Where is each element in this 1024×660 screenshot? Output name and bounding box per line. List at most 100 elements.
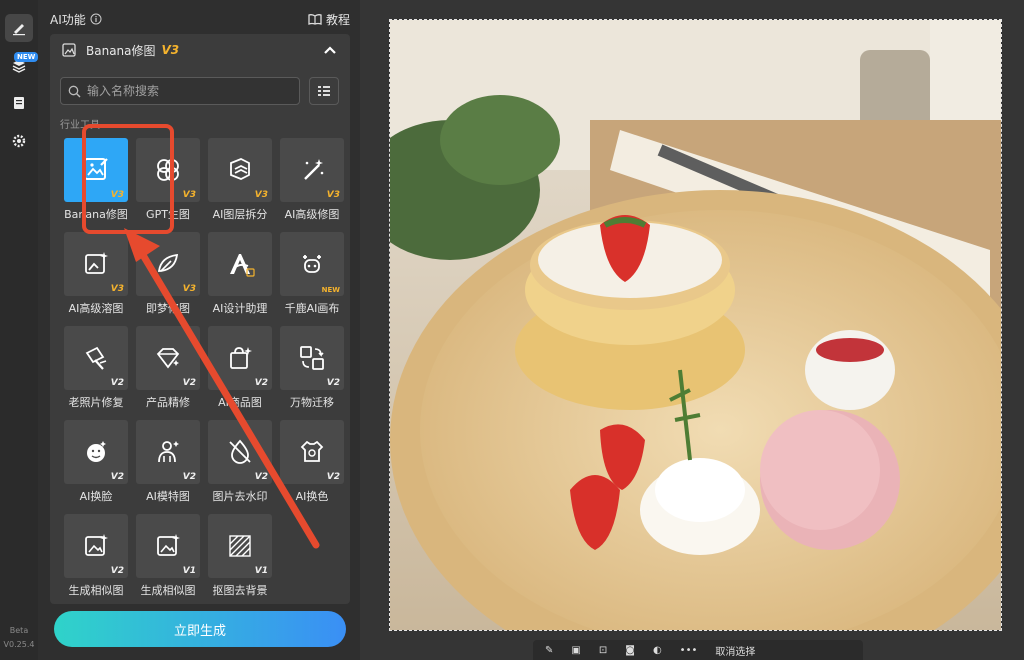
- tool-jimeng-retouch[interactable]: V3 即梦修图: [132, 232, 202, 322]
- tool-model-image[interactable]: V2 AI模特图: [132, 420, 202, 510]
- tool-label: AI图层拆分: [212, 208, 268, 221]
- tool-label: 千鹿AI画布: [284, 302, 340, 315]
- tutorial-link[interactable]: 教程: [308, 11, 350, 28]
- tool-similar-image-v1[interactable]: V1 生成相似图: [132, 514, 202, 604]
- tool-label: 即梦修图: [146, 302, 190, 315]
- beta-label: Beta: [9, 626, 29, 635]
- canvas-photo[interactable]: [389, 19, 1002, 631]
- face-icon: [87, 441, 106, 462]
- version-tag: V2: [254, 472, 268, 482]
- new-tag: NEW: [321, 286, 340, 294]
- pen-icon[interactable]: [5, 14, 33, 42]
- tool-face-swap[interactable]: V2 AI换脸: [60, 420, 130, 510]
- tool-label: AI高级溶图: [68, 302, 124, 315]
- generate-button[interactable]: 立即生成: [54, 611, 346, 647]
- tool-label: AI模特图: [146, 490, 190, 503]
- more-icon[interactable]: •••: [680, 645, 698, 656]
- tool-label: 生成相似图: [68, 584, 124, 597]
- tool-label: 万物迁移: [290, 396, 334, 409]
- tool-product-retouch[interactable]: V2 产品精修: [132, 326, 202, 416]
- version-tag: V2: [326, 472, 340, 482]
- diamond-icon: [156, 348, 180, 369]
- similar-image-icon: [157, 534, 180, 556]
- tutorial-label: 教程: [325, 12, 350, 27]
- image-sparkle-icon: [85, 252, 108, 274]
- deselect-button[interactable]: 取消选择: [715, 643, 755, 658]
- letter-a-icon: [230, 254, 255, 277]
- card-title: Banana修图: [86, 43, 156, 58]
- document-icon[interactable]: [5, 89, 33, 117]
- remove-bg-icon: [229, 535, 251, 557]
- leaf-brush-icon: [157, 253, 179, 272]
- version-tag: V3: [182, 190, 196, 200]
- version-tag: V2: [182, 472, 196, 482]
- info-icon[interactable]: [90, 13, 102, 25]
- version-tag: V1: [182, 566, 196, 576]
- tool-remove-watermark[interactable]: V2 图片去水印: [204, 420, 274, 510]
- version-tag: V3: [254, 190, 268, 200]
- list-view-toggle[interactable]: [309, 77, 339, 105]
- tool-label: 抠图去背景: [212, 584, 268, 597]
- new-badge: NEW: [14, 52, 39, 62]
- panel-header: AI功能 教程: [50, 10, 350, 28]
- version-tag: V2: [254, 378, 268, 388]
- version-tag: V2: [326, 378, 340, 388]
- version-tag: V3: [110, 284, 124, 294]
- tool-card: Banana修图 V3 行业工具 V3 Banana修图: [50, 34, 350, 604]
- crop-icon[interactable]: ⊡: [599, 645, 607, 656]
- shopping-bag-icon: [230, 347, 252, 369]
- contrast-icon[interactable]: ◐: [653, 645, 662, 656]
- version-tag: V3: [326, 190, 340, 200]
- tool-label: AI换脸: [79, 490, 113, 503]
- tool-label: 图片去水印: [212, 490, 268, 503]
- tool-remove-background[interactable]: V1 抠图去背景: [204, 514, 274, 604]
- highlight-box: [82, 124, 174, 234]
- tool-object-transfer[interactable]: V2 万物迁移: [276, 326, 346, 416]
- tool-label: 老照片修复: [68, 396, 124, 409]
- list-icon: [318, 86, 330, 96]
- chevron-up-icon[interactable]: [324, 45, 336, 55]
- version-tag: V2: [110, 378, 124, 388]
- watermark-remove-icon: [229, 439, 251, 464]
- version-label: V0.25.4: [3, 640, 35, 649]
- magic-wand-icon: [304, 159, 324, 180]
- tool-label: AI商品图: [218, 396, 262, 409]
- version-tag: V2: [110, 566, 124, 576]
- search-box[interactable]: [60, 77, 300, 105]
- card-header[interactable]: Banana修图 V3: [50, 34, 350, 66]
- tool-qianlu-canvas[interactable]: NEW 千鹿AI画布: [276, 232, 346, 322]
- book-icon: [308, 14, 322, 25]
- tool-advanced-retouch[interactable]: V3 AI高级修图: [276, 138, 346, 228]
- tool-old-photo-repair[interactable]: V2 老照片修复: [60, 326, 130, 416]
- search-icon: [68, 85, 81, 97]
- similar-image-icon: [85, 534, 108, 556]
- card-version: V3: [161, 43, 180, 57]
- transfer-icon: [300, 346, 324, 370]
- tool-label: 生成相似图: [140, 584, 196, 597]
- layer-split-icon: [230, 158, 250, 180]
- tool-design-assistant[interactable]: AI设计助理: [204, 232, 274, 322]
- tool-similar-image-v2[interactable]: V2 生成相似图: [60, 514, 130, 604]
- tool-product-image[interactable]: V2 AI商品图: [204, 326, 274, 416]
- tool-label: 产品精修: [146, 396, 190, 409]
- version-tag: V3: [182, 284, 196, 294]
- settings-icon[interactable]: [5, 127, 33, 155]
- pancake-dessert-photo: [390, 20, 1001, 630]
- mask-icon[interactable]: ◙: [625, 645, 635, 656]
- select-icon[interactable]: ▣: [571, 645, 580, 656]
- image-icon: [62, 43, 76, 57]
- version-tag: V1: [254, 566, 268, 576]
- bottom-toolbar: ✎ ▣ ⊡ ◙ ◐ ••• 取消选择: [533, 640, 863, 660]
- model-person-icon: [158, 441, 179, 463]
- search-input[interactable]: [85, 83, 289, 99]
- tool-advanced-blend[interactable]: V3 AI高级溶图: [60, 232, 130, 322]
- palette-shirt-icon: [300, 440, 324, 462]
- tool-color-swap[interactable]: V2 AI换色: [276, 420, 346, 510]
- version-tag: V2: [110, 472, 124, 482]
- deer-icon: [303, 255, 321, 273]
- brush-icon[interactable]: ✎: [545, 645, 553, 656]
- tool-label: AI设计助理: [212, 302, 268, 315]
- tool-layer-split[interactable]: V3 AI图层拆分: [204, 138, 274, 228]
- left-rail: NEW Beta V0.25.4: [0, 0, 39, 660]
- tool-label: AI高级修图: [284, 208, 340, 221]
